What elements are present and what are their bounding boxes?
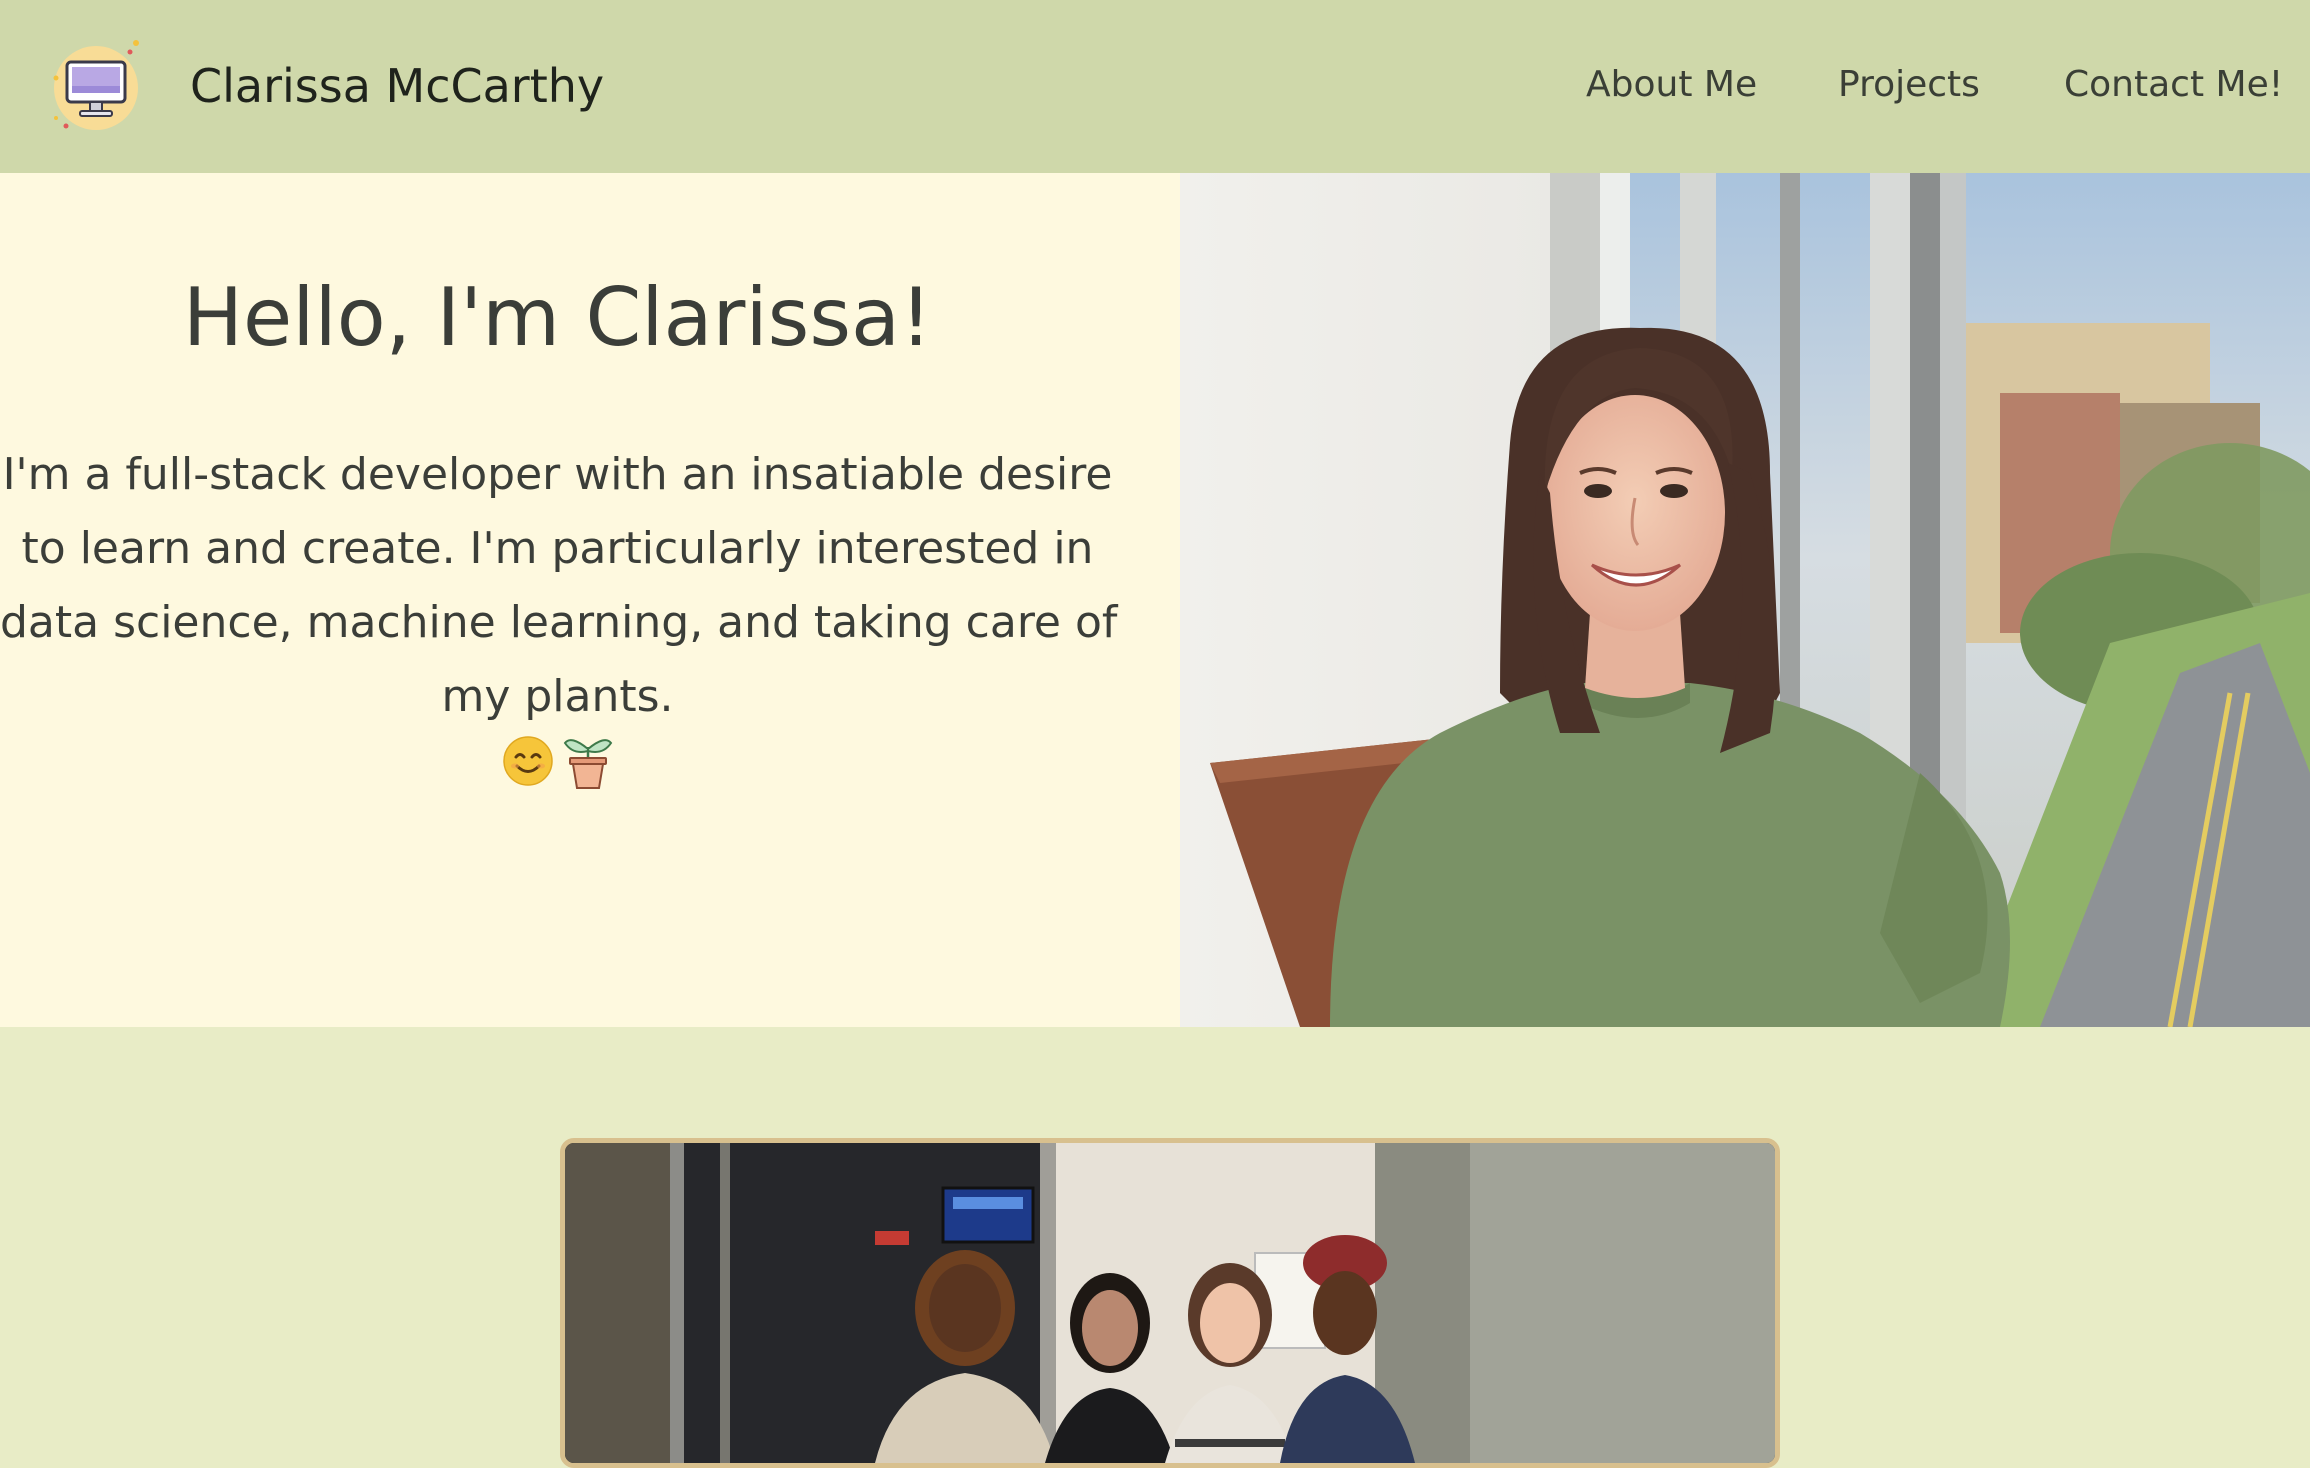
group-photo: [560, 1138, 1780, 1468]
nav-about-me[interactable]: About Me: [1586, 60, 1757, 110]
nav-contact-me[interactable]: Contact Me!: [2064, 60, 2283, 110]
hero-description-line: my plants.: [441, 671, 674, 722]
hero-description-line: I'm a full-stack developer with an insat…: [2, 449, 1113, 500]
potted-plant-icon: [563, 739, 612, 789]
profile-photo: [1180, 173, 2310, 1027]
emoji-row: [0, 733, 1115, 791]
desktop-computer-icon[interactable]: [48, 38, 144, 134]
smiling-face-icon: [502, 736, 553, 786]
hero-description-line: to learn and create. I'm particularly in…: [21, 523, 1094, 574]
site-header: Clarissa McCarthy About Me Projects Cont…: [0, 0, 2310, 173]
hero-title: Hello, I'm Clarissa!: [182, 271, 933, 364]
nav-projects[interactable]: Projects: [1838, 60, 1980, 110]
hero-intro-section: Hello, I'm Clarissa! I'm a full-stack de…: [0, 173, 1180, 1027]
site-title[interactable]: Clarissa McCarthy: [190, 56, 604, 116]
hero-description: I'm a full-stack developer with an insat…: [0, 438, 1118, 734]
hero-description-line: data science, machine learning, and taki…: [0, 597, 1118, 648]
